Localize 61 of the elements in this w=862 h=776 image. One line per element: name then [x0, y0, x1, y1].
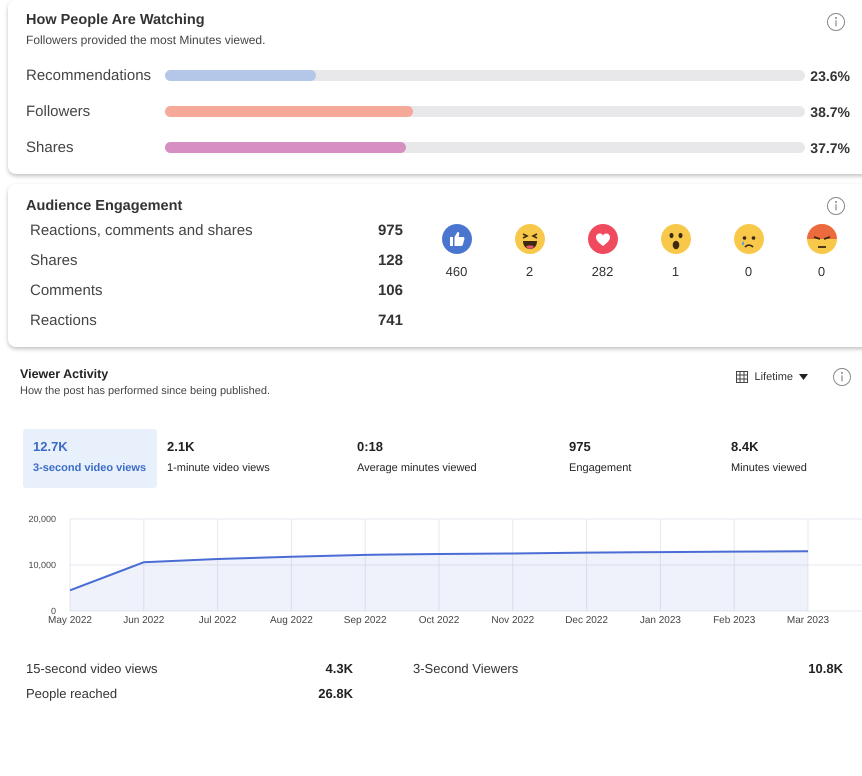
stat-value: 106 — [378, 282, 403, 299]
section-subtitle: Followers provided the most Minutes viewed. — [26, 33, 266, 47]
stat-label: Comments — [30, 282, 103, 299]
x-axis-label: Dec 2022 — [565, 615, 608, 626]
x-axis-label: Jul 2022 — [198, 615, 236, 626]
stat-value: 128 — [378, 252, 403, 269]
stat-value: 10.8K — [808, 661, 843, 676]
metric-tab[interactable]: 975 Engagement — [559, 429, 721, 488]
info-icon[interactable] — [826, 12, 846, 32]
info-icon[interactable] — [832, 367, 852, 387]
section-title: Audience Engagement — [26, 198, 182, 214]
x-axis-label: Jan 2023 — [640, 615, 681, 626]
stat-label: Reactions, comments and shares — [30, 222, 253, 239]
x-axis-label: Mar 2023 — [786, 615, 830, 626]
x-axis-label: Oct 2022 — [418, 615, 460, 626]
period-dropdown[interactable]: Lifetime — [732, 369, 812, 385]
crying-face-icon — [734, 224, 764, 254]
info-icon[interactable] — [826, 196, 846, 216]
stat-value: 4.3K — [326, 661, 353, 676]
caret-icon — [799, 374, 808, 380]
source-label: Followers — [26, 103, 92, 120]
x-axis-label: Feb 2023 — [713, 615, 756, 626]
reaction-count: 0 — [744, 264, 752, 279]
reaction-count: 0 — [818, 264, 826, 279]
calendar-icon — [736, 371, 748, 383]
metric-tab[interactable]: 0:18 Average minutes viewed — [347, 429, 559, 488]
y-axis-label: 0 — [50, 606, 56, 616]
reaction-count: 460 — [446, 264, 468, 279]
laughing-face-icon — [514, 224, 544, 254]
y-axis-label: 10,000 — [28, 560, 56, 570]
stat-label: Reactions — [30, 312, 97, 329]
x-axis-label: Nov 2022 — [491, 615, 534, 626]
stat-label: 3-Second Viewers — [413, 661, 518, 676]
source-label: Recommendations — [26, 67, 152, 84]
x-axis-label: May 2022 — [48, 615, 92, 626]
source-label: Shares — [26, 139, 75, 156]
x-axis-label: Sep 2022 — [344, 615, 387, 626]
reaction-count: 1 — [672, 264, 680, 279]
angry-face-icon — [806, 224, 836, 254]
stat-value: 26.8K — [318, 686, 353, 701]
stat-label: People reached — [26, 686, 118, 701]
metric-tab[interactable]: 8.4K Minutes viewed — [721, 429, 841, 488]
metric-tab[interactable]: 12.7K 3-second video views — [23, 429, 157, 488]
percent-value: 37.7% — [809, 140, 850, 156]
section-title: How People Are Watching — [26, 12, 206, 28]
stat-value: 975 — [378, 222, 403, 239]
thumbs-up-icon — [442, 224, 472, 254]
metric-tab[interactable]: 2.1K 1-minute video views — [157, 429, 347, 488]
x-axis-label: Aug 2022 — [270, 615, 313, 626]
section-subtitle: How the post has performed since being published. — [20, 385, 270, 397]
stat-label: 15-second video views — [26, 661, 158, 676]
section-title: Viewer Activity — [20, 367, 110, 381]
percent-value: 38.7% — [809, 104, 850, 120]
y-axis-label: 20,000 — [28, 514, 56, 524]
percent-value: 23.6% — [809, 68, 850, 84]
reaction-count: 2 — [526, 264, 534, 279]
x-axis-label: Jun 2022 — [123, 615, 164, 626]
reaction-count: 282 — [592, 264, 614, 279]
surprised-face-icon — [660, 224, 690, 254]
stat-value: 741 — [378, 312, 403, 329]
stat-label: Shares — [30, 252, 78, 269]
